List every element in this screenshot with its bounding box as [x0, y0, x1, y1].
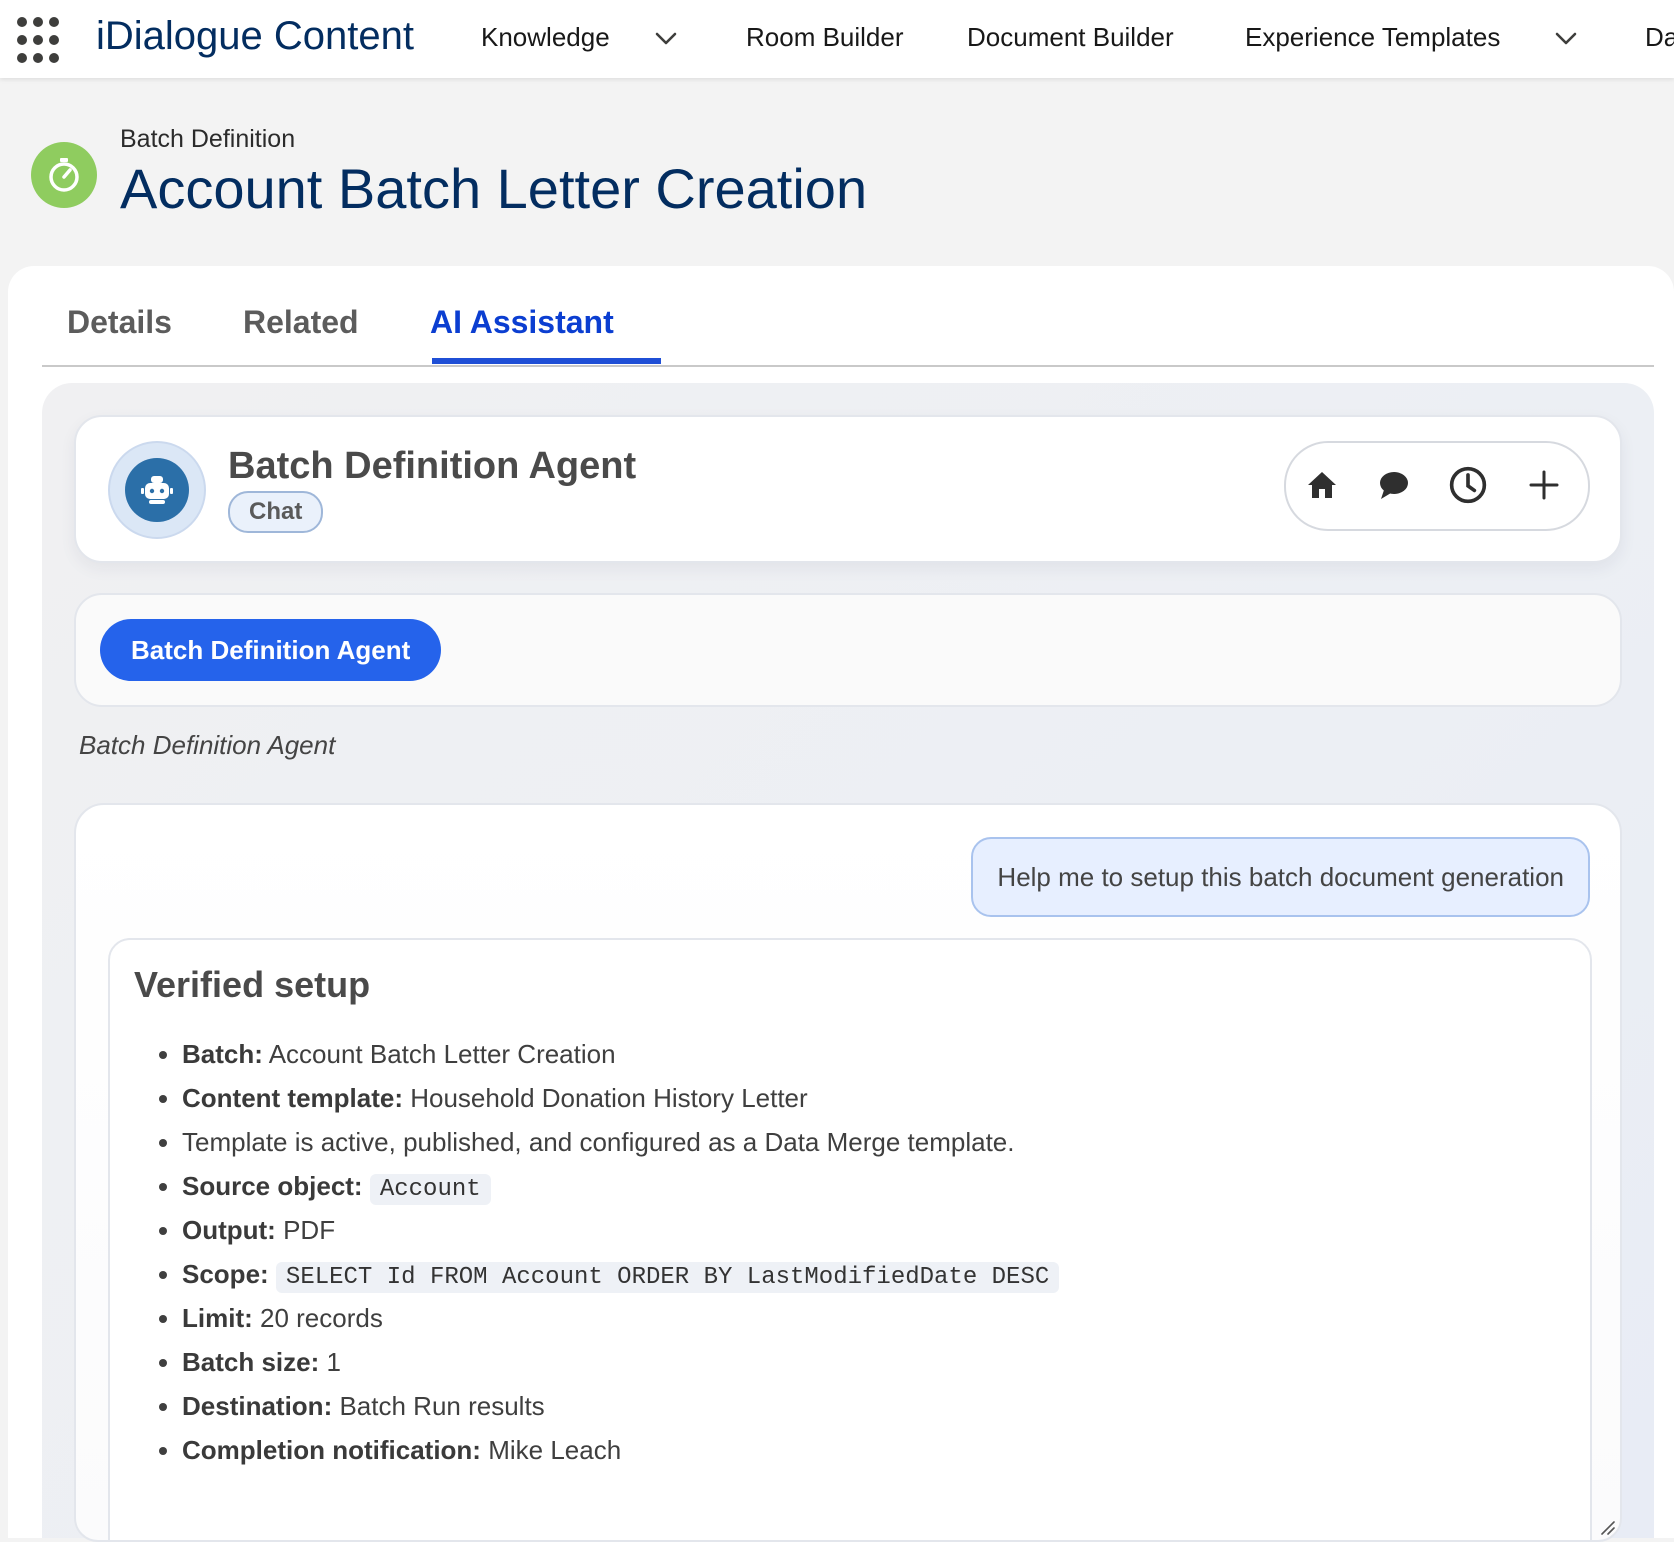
chat-bubble-icon[interactable]: [1374, 465, 1414, 505]
setup-list: Batch: Account Batch Letter Creation Con…: [156, 1032, 1060, 1472]
list-item: Limit: 20 records: [182, 1296, 1059, 1340]
conversation-area[interactable]: Help me to setup this batch document gen…: [74, 803, 1622, 1542]
nav-item-truncated[interactable]: Da: [1645, 22, 1674, 53]
resize-handle-icon[interactable]: [1598, 1518, 1616, 1536]
global-nav-bar: iDialogue Content Knowledge Room Builder…: [0, 0, 1674, 78]
tab-related[interactable]: Related: [243, 304, 359, 341]
list-item: Template is active, published, and confi…: [182, 1120, 1059, 1164]
list-item: Output: PDF: [182, 1208, 1059, 1252]
assistant-reply: Verified setup Batch: Account Batch Lett…: [108, 938, 1592, 1540]
record-type-label: Batch Definition: [120, 125, 296, 153]
agent-title: Batch Definition Agent: [228, 445, 637, 487]
agent-action-group: [1284, 441, 1590, 531]
robot-icon: [125, 458, 189, 522]
list-item: Content template: Household Donation His…: [182, 1076, 1059, 1120]
nav-item-knowledge[interactable]: Knowledge: [481, 22, 610, 53]
agent-selector: Batch Definition Agent: [74, 593, 1622, 707]
page-title: Account Batch Letter Creation: [120, 157, 868, 220]
app-launcher-icon[interactable]: [17, 17, 65, 65]
list-item: Completion notification: Mike Leach: [182, 1428, 1059, 1472]
nav-item-document-builder[interactable]: Document Builder: [967, 22, 1174, 53]
select-agent-button[interactable]: Batch Definition Agent: [100, 619, 442, 681]
app-name: iDialogue Content: [96, 14, 414, 58]
plus-icon[interactable]: [1524, 465, 1564, 505]
user-message: Help me to setup this batch document gen…: [971, 837, 1590, 917]
active-agent-label: Batch Definition Agent: [79, 730, 336, 760]
tab-details[interactable]: Details: [67, 304, 172, 341]
nav-item-experience-templates[interactable]: Experience Templates: [1245, 22, 1500, 53]
active-tab-indicator: [432, 358, 661, 364]
reply-heading: Verified setup: [134, 964, 371, 1005]
list-item: Batch: Account Batch Letter Creation: [182, 1032, 1059, 1076]
history-clock-icon[interactable]: [1448, 465, 1488, 505]
home-icon[interactable]: [1302, 465, 1342, 505]
record-card: Details Related AI Assistant Batch Defin…: [8, 266, 1674, 1542]
tab-bar: Details Related AI Assistant: [42, 266, 1654, 367]
chevron-down-icon[interactable]: [652, 24, 680, 52]
nav-item-room-builder[interactable]: Room Builder: [746, 22, 904, 53]
mode-badge: Chat: [228, 491, 324, 533]
list-item: Destination: Batch Run results: [182, 1384, 1059, 1428]
chevron-down-icon[interactable]: [1552, 24, 1580, 52]
list-item: Batch size: 1: [182, 1340, 1059, 1384]
avatar: [108, 441, 206, 539]
stopwatch-icon: [31, 142, 97, 208]
tab-ai-assistant[interactable]: AI Assistant: [430, 304, 614, 341]
agent-header: Batch Definition Agent Chat: [74, 415, 1622, 563]
ai-assistant-panel: Batch Definition Agent Chat Batch Defini…: [42, 383, 1654, 1542]
list-item: Scope: SELECT Id FROM Account ORDER BY L…: [182, 1252, 1060, 1296]
list-item: Source object: Account: [182, 1164, 1059, 1208]
